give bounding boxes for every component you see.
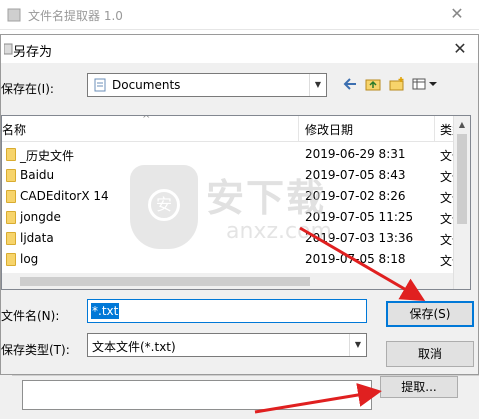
file-date: 2019-07-05 8:18 bbox=[305, 252, 406, 266]
chevron-down-icon[interactable]: ▼ bbox=[309, 74, 326, 96]
file-date: 2019-07-03 13:36 bbox=[305, 231, 414, 245]
list-item[interactable]: Baidu 2019-07-05 8:43 文件 bbox=[2, 165, 470, 186]
new-folder-icon[interactable] bbox=[387, 75, 407, 95]
filename-label: 文件名(N): bbox=[1, 309, 60, 323]
column-date-header[interactable]: 修改日期 bbox=[305, 121, 353, 138]
list-item[interactable]: jongde 2019-07-05 11:25 文件 bbox=[2, 207, 470, 228]
file-name: jongde bbox=[20, 210, 61, 224]
scrollbar-thumb[interactable] bbox=[20, 277, 310, 286]
app-icon bbox=[7, 8, 21, 22]
document-folder-icon bbox=[94, 78, 106, 92]
column-name-header[interactable]: 名称 bbox=[2, 121, 26, 138]
file-name: log bbox=[20, 252, 39, 266]
save-as-dialog: 另存为 ✕ 保存在(I): Documents ▼ ^ 名称 修改日期 类型 _… bbox=[0, 34, 479, 375]
folder-icon bbox=[6, 169, 16, 182]
file-name: _历史文件 bbox=[20, 149, 75, 163]
file-date: 2019-07-05 8:43 bbox=[305, 168, 406, 182]
filetype-label: 保存类型(T): bbox=[1, 343, 70, 357]
chevron-down-icon[interactable]: ▼ bbox=[349, 334, 366, 356]
close-icon[interactable]: ✕ bbox=[447, 4, 467, 24]
save-in-dropdown[interactable]: Documents ▼ bbox=[87, 73, 327, 97]
app-frame bbox=[0, 375, 12, 419]
cancel-button[interactable]: 取消 bbox=[386, 341, 474, 367]
scrollbar-thumb[interactable] bbox=[457, 134, 467, 224]
file-name: Baidu bbox=[20, 168, 55, 182]
list-item[interactable]: ljdata 2019-07-03 13:36 文件 bbox=[2, 228, 470, 249]
filetype-value: 文本文件(*.txt) bbox=[92, 340, 176, 354]
dialog-titlebar: 另存为 ✕ bbox=[1, 35, 478, 63]
file-date: 2019-07-05 11:25 bbox=[305, 210, 414, 224]
view-menu-icon[interactable] bbox=[411, 75, 439, 95]
dialog-title: 另存为 bbox=[13, 45, 53, 60]
file-date: 2019-07-02 8:26 bbox=[305, 189, 406, 203]
file-name: ljdata bbox=[20, 231, 54, 245]
folder-icon bbox=[6, 232, 16, 245]
scroll-up-icon[interactable]: ▲ bbox=[454, 116, 470, 133]
list-item[interactable]: _历史文件 2019-06-29 8:31 文件 bbox=[2, 144, 470, 165]
filename-value: *.txt bbox=[91, 303, 120, 319]
app-titlebar: 文件名提取器 1.0 ✕ bbox=[0, 0, 479, 30]
save-in-label: 保存在(I): bbox=[1, 82, 54, 96]
column-separator[interactable] bbox=[434, 116, 435, 142]
sort-caret-icon: ^ bbox=[142, 115, 151, 125]
folder-icon bbox=[6, 148, 16, 161]
file-list[interactable]: ^ 名称 修改日期 类型 _历史文件 2019-06-29 8:31 文件 Ba… bbox=[1, 115, 471, 290]
close-icon[interactable]: ✕ bbox=[450, 38, 470, 60]
horizontal-scrollbar[interactable] bbox=[2, 273, 454, 289]
file-date: 2019-06-29 8:31 bbox=[305, 147, 406, 161]
up-folder-icon[interactable] bbox=[363, 75, 383, 95]
list-item[interactable]: log 2019-07-05 8:18 文件 bbox=[2, 249, 470, 270]
app-title: 文件名提取器 1.0 bbox=[28, 9, 123, 23]
save-in-value: Documents bbox=[112, 78, 181, 92]
back-icon[interactable] bbox=[341, 75, 359, 95]
folder-icon bbox=[6, 190, 16, 203]
filetype-dropdown[interactable]: 文本文件(*.txt) ▼ bbox=[87, 333, 367, 357]
app-output-textbox[interactable] bbox=[22, 380, 372, 410]
extract-button[interactable]: 提取... bbox=[380, 376, 458, 398]
save-button[interactable]: 保存(S) bbox=[386, 301, 474, 327]
folder-icon bbox=[6, 253, 16, 266]
list-header: ^ 名称 修改日期 类型 bbox=[2, 116, 470, 142]
vertical-scrollbar[interactable]: ▲ bbox=[453, 116, 470, 289]
column-separator[interactable] bbox=[298, 116, 299, 142]
filename-input[interactable]: *.txt bbox=[87, 299, 367, 323]
folder-icon bbox=[6, 211, 16, 224]
file-name: CADEditorX 14 bbox=[20, 189, 109, 203]
list-item[interactable]: CADEditorX 14 2019-07-02 8:26 文件 bbox=[2, 186, 470, 207]
